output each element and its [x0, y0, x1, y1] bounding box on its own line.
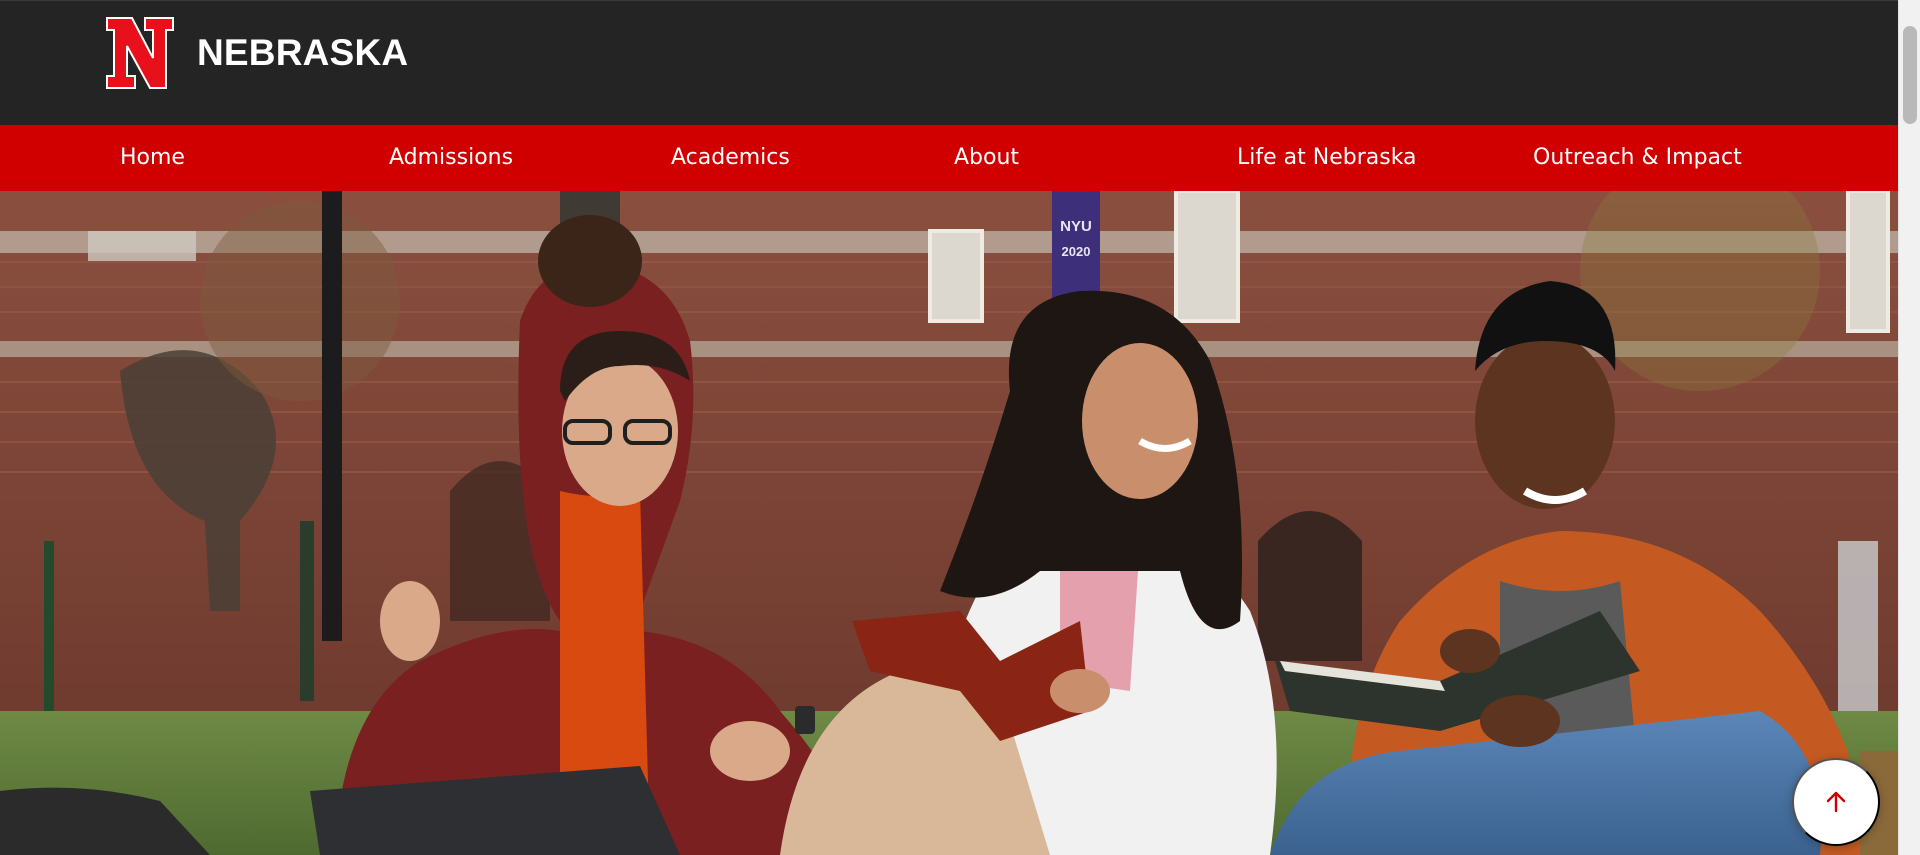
nav-home[interactable]: Home	[120, 125, 185, 191]
nav-academics[interactable]: Academics	[671, 125, 790, 191]
scrollbar-thumb[interactable]	[1903, 26, 1917, 124]
page-scrollbar[interactable]	[1898, 0, 1920, 855]
banner-text: NYU	[1060, 218, 1092, 235]
back-to-top-button[interactable]	[1792, 758, 1880, 846]
site-name: NEBRASKA	[197, 32, 409, 73]
nav-about[interactable]: About	[954, 125, 1019, 191]
nav-admissions[interactable]: Admissions	[389, 125, 513, 191]
svg-text:2020: 2020	[1062, 244, 1091, 259]
hero-illustration: NYU 2020	[0, 191, 1898, 855]
home-logo-link[interactable]: NEBRASKA	[105, 15, 408, 91]
hero-image: NYU 2020	[0, 191, 1898, 855]
nav-life-at-nebraska[interactable]: Life at Nebraska	[1237, 125, 1417, 191]
site-header: NEBRASKA	[0, 0, 1898, 125]
page: NEBRASKA Home Admissions Academics About…	[0, 0, 1898, 855]
main-nav: Home Admissions Academics About Life at …	[0, 125, 1898, 191]
nav-outreach-impact[interactable]: Outreach & Impact	[1533, 125, 1742, 191]
arrow-up-icon	[1826, 791, 1846, 813]
nebraska-n-logo-icon	[106, 17, 174, 89]
